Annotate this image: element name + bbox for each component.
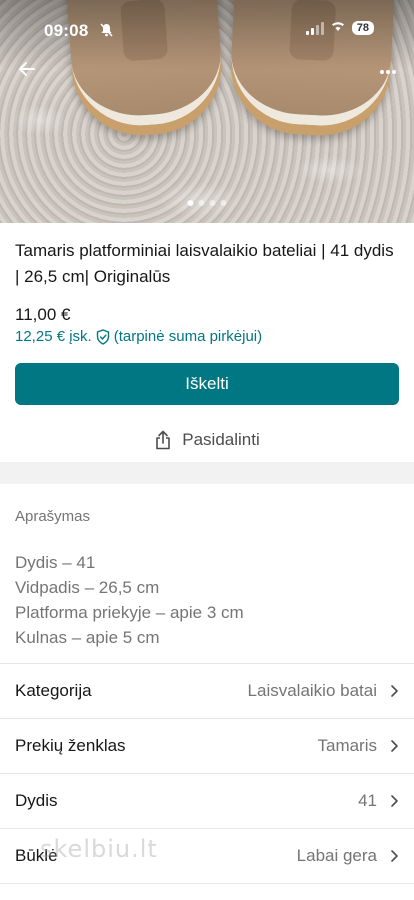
detail-label: Dydis (15, 791, 58, 810)
detail-label: Kategorija (15, 681, 92, 700)
battery-indicator: 78 (351, 20, 374, 35)
item-title: Tamaris platforminiai laisvalaikio batel… (15, 241, 394, 286)
description-label: Aprašymas (15, 508, 91, 525)
shield-check-icon (96, 328, 109, 345)
bell-muted-icon (100, 23, 113, 40)
back-button[interactable] (14, 56, 40, 82)
signal-icon (305, 21, 324, 35)
description-line: Vidpadis – 26,5 cm (15, 578, 160, 597)
detail-row-size[interactable]: Dydis 41 (0, 773, 414, 828)
description-line: Dydis – 41 (15, 553, 96, 572)
arrow-left-icon (19, 62, 35, 76)
price-incl-note: (tarpinė suma pirkėjui) (113, 328, 263, 345)
item-price: 11,00 € (15, 305, 71, 324)
detail-value: Laisvalaikio batai (247, 681, 377, 700)
price-with-fee[interactable]: 12,25 € įsk. (tarpinė suma pirkėjui) (15, 328, 262, 345)
detail-label: Prekių ženklas (15, 736, 126, 755)
description-line: Kulnas – apie 5 cm (15, 628, 160, 647)
detail-value: Tamaris (317, 736, 377, 755)
share-label: Pasidalinti (182, 430, 260, 449)
detail-row-category[interactable]: Kategorija Laisvalaikio batai (0, 663, 414, 718)
row-divider (0, 883, 414, 884)
price-incl-value: 12,25 € įsk. (15, 328, 92, 345)
chevron-right-icon (391, 685, 398, 697)
description-line: Platforma priekyje – apie 3 cm (15, 603, 244, 622)
share-icon (156, 430, 171, 450)
gallery-dot-active (187, 200, 194, 206)
status-time: 09:08 (44, 21, 89, 40)
chevron-right-icon (391, 740, 398, 752)
gallery-dot (209, 200, 216, 206)
wifi-icon (330, 20, 346, 35)
gallery-dot (198, 200, 205, 206)
share-button[interactable]: Pasidalinti (0, 425, 414, 455)
detail-row-brand[interactable]: Prekių ženklas Tamaris (0, 718, 414, 773)
description-text: Dydis – 41 Vidpadis – 26,5 cm Platforma … (15, 550, 244, 650)
detail-value: Labai gera (296, 846, 377, 865)
gallery-dot (220, 200, 227, 206)
chevron-right-icon (391, 850, 398, 862)
chevron-right-icon (391, 795, 398, 807)
detail-value: 41 (358, 791, 377, 810)
section-divider (0, 462, 414, 484)
bump-button[interactable]: Iškelti (15, 363, 399, 405)
more-options-button[interactable] (378, 56, 398, 82)
watermark: skelbiu.lt (40, 835, 158, 863)
gallery-pagination (187, 200, 227, 206)
more-horizontal-icon (380, 70, 396, 74)
status-bar: 09:08 78 (0, 0, 414, 60)
